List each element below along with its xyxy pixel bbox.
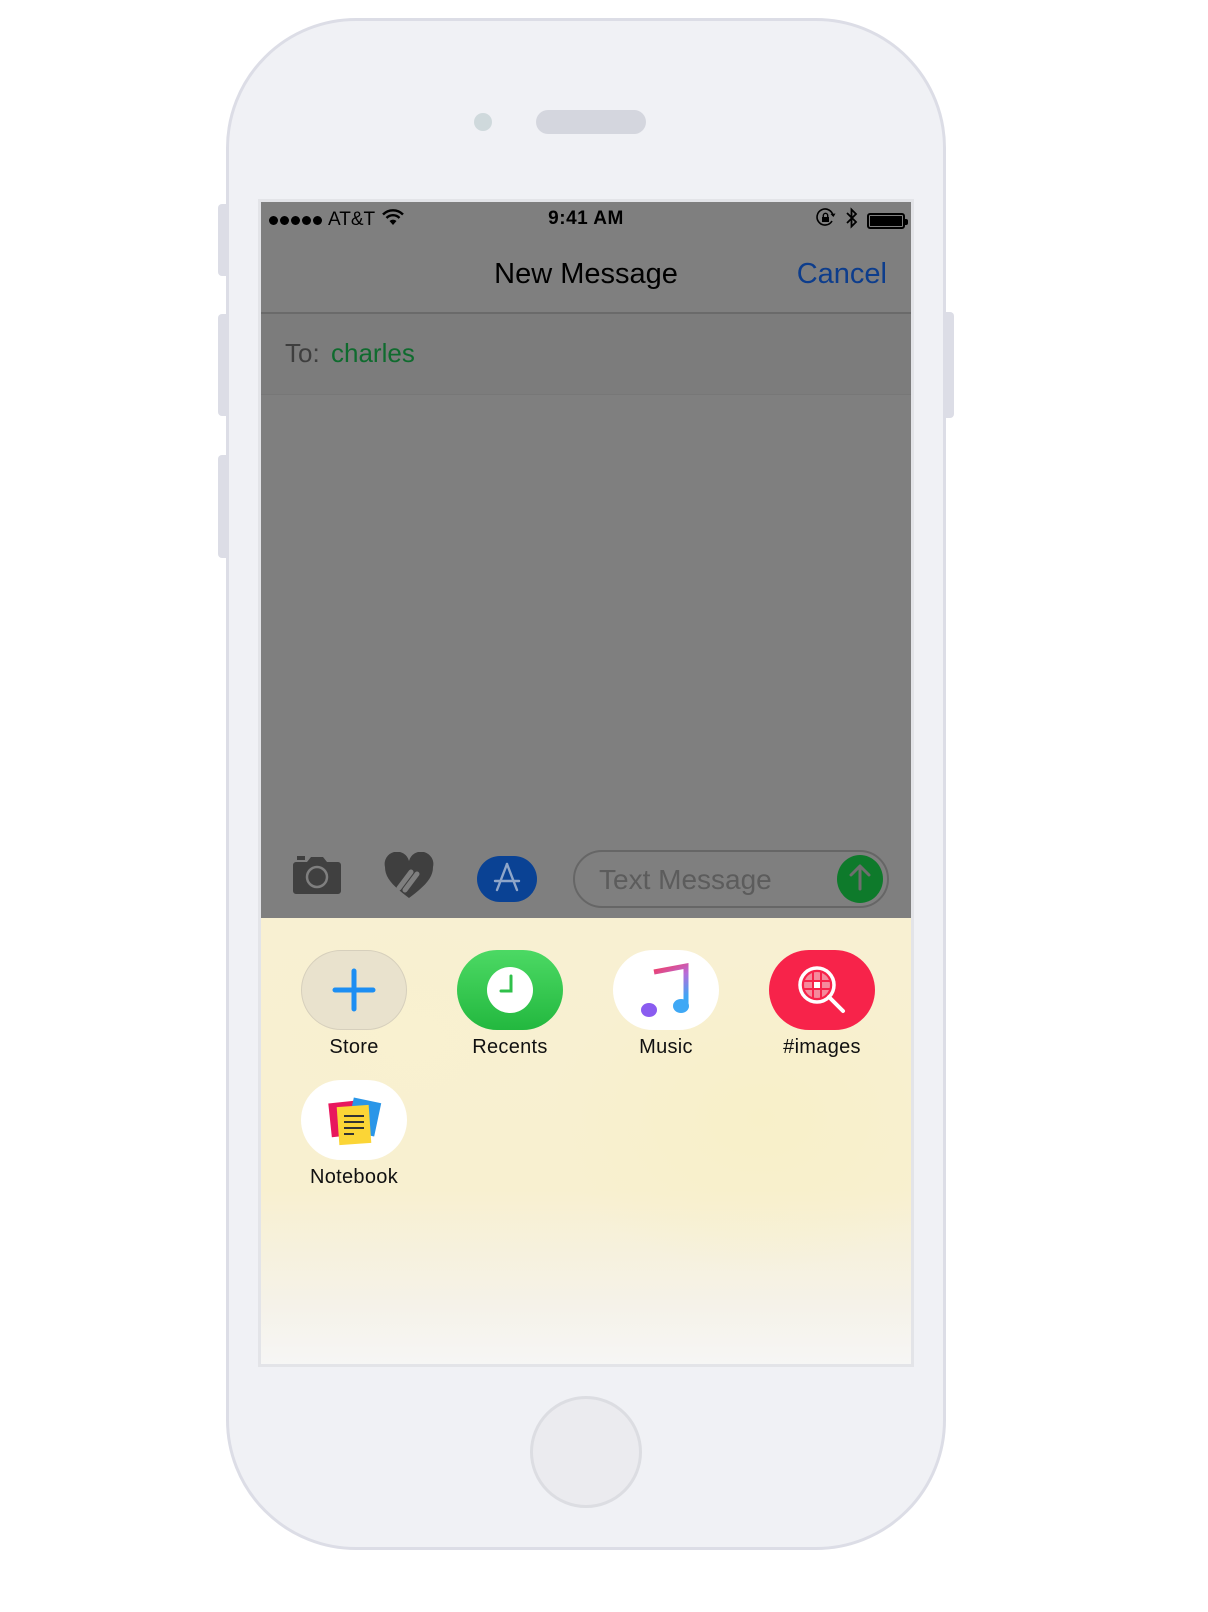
bluetooth-icon bbox=[845, 207, 859, 235]
app-store-button[interactable] bbox=[477, 856, 537, 902]
music-note-icon bbox=[613, 950, 719, 1030]
app-images[interactable]: #images bbox=[757, 950, 887, 1059]
message-input-container[interactable] bbox=[573, 850, 889, 908]
plus-icon bbox=[301, 950, 407, 1030]
app-label: Store bbox=[329, 1036, 379, 1058]
earpiece-speaker bbox=[536, 110, 646, 134]
app-store-icon bbox=[490, 860, 524, 899]
app-recents[interactable]: Recents bbox=[445, 950, 575, 1059]
volume-up-button bbox=[218, 314, 226, 416]
mute-switch bbox=[218, 204, 226, 276]
clock-icon bbox=[457, 950, 563, 1030]
front-camera bbox=[474, 113, 492, 131]
rotation-lock-icon bbox=[815, 208, 837, 234]
clock: 9:41 AM bbox=[548, 208, 624, 229]
recipient-field[interactable]: To: charles bbox=[261, 314, 911, 395]
navigation-bar: New Message Cancel bbox=[261, 238, 911, 314]
message-input[interactable] bbox=[597, 860, 821, 900]
app-label: Music bbox=[639, 1036, 693, 1058]
home-button[interactable] bbox=[530, 1396, 642, 1508]
app-label: Notebook bbox=[309, 1166, 398, 1188]
cancel-button[interactable]: Cancel bbox=[797, 258, 887, 291]
app-drawer: Store Recents Music #images Notebook bbox=[261, 918, 911, 1364]
recipient-value[interactable]: charles bbox=[331, 338, 415, 369]
app-music[interactable]: Music bbox=[601, 950, 731, 1059]
camera-button[interactable] bbox=[291, 854, 343, 900]
power-button bbox=[946, 312, 954, 418]
app-label: #images bbox=[783, 1036, 861, 1058]
image-search-icon bbox=[769, 950, 875, 1030]
recipient-label: To: bbox=[285, 338, 320, 368]
send-button[interactable] bbox=[837, 855, 883, 903]
notebook-icon bbox=[301, 1080, 407, 1160]
status-bar: AT&T 9:41 AM bbox=[261, 202, 911, 238]
digital-touch-button[interactable] bbox=[383, 851, 435, 905]
volume-down-button bbox=[218, 455, 226, 558]
screen: AT&T 9:41 AM New Message Cancel To: char… bbox=[258, 199, 914, 1367]
battery-icon bbox=[867, 213, 908, 229]
app-label: Recents bbox=[472, 1036, 548, 1058]
send-icon bbox=[848, 863, 872, 896]
camera-icon bbox=[291, 854, 343, 901]
compose-bar bbox=[261, 842, 911, 918]
app-notebook[interactable]: Notebook bbox=[289, 1080, 419, 1189]
app-store[interactable]: Store bbox=[289, 950, 419, 1059]
digital-touch-icon bbox=[383, 851, 435, 905]
